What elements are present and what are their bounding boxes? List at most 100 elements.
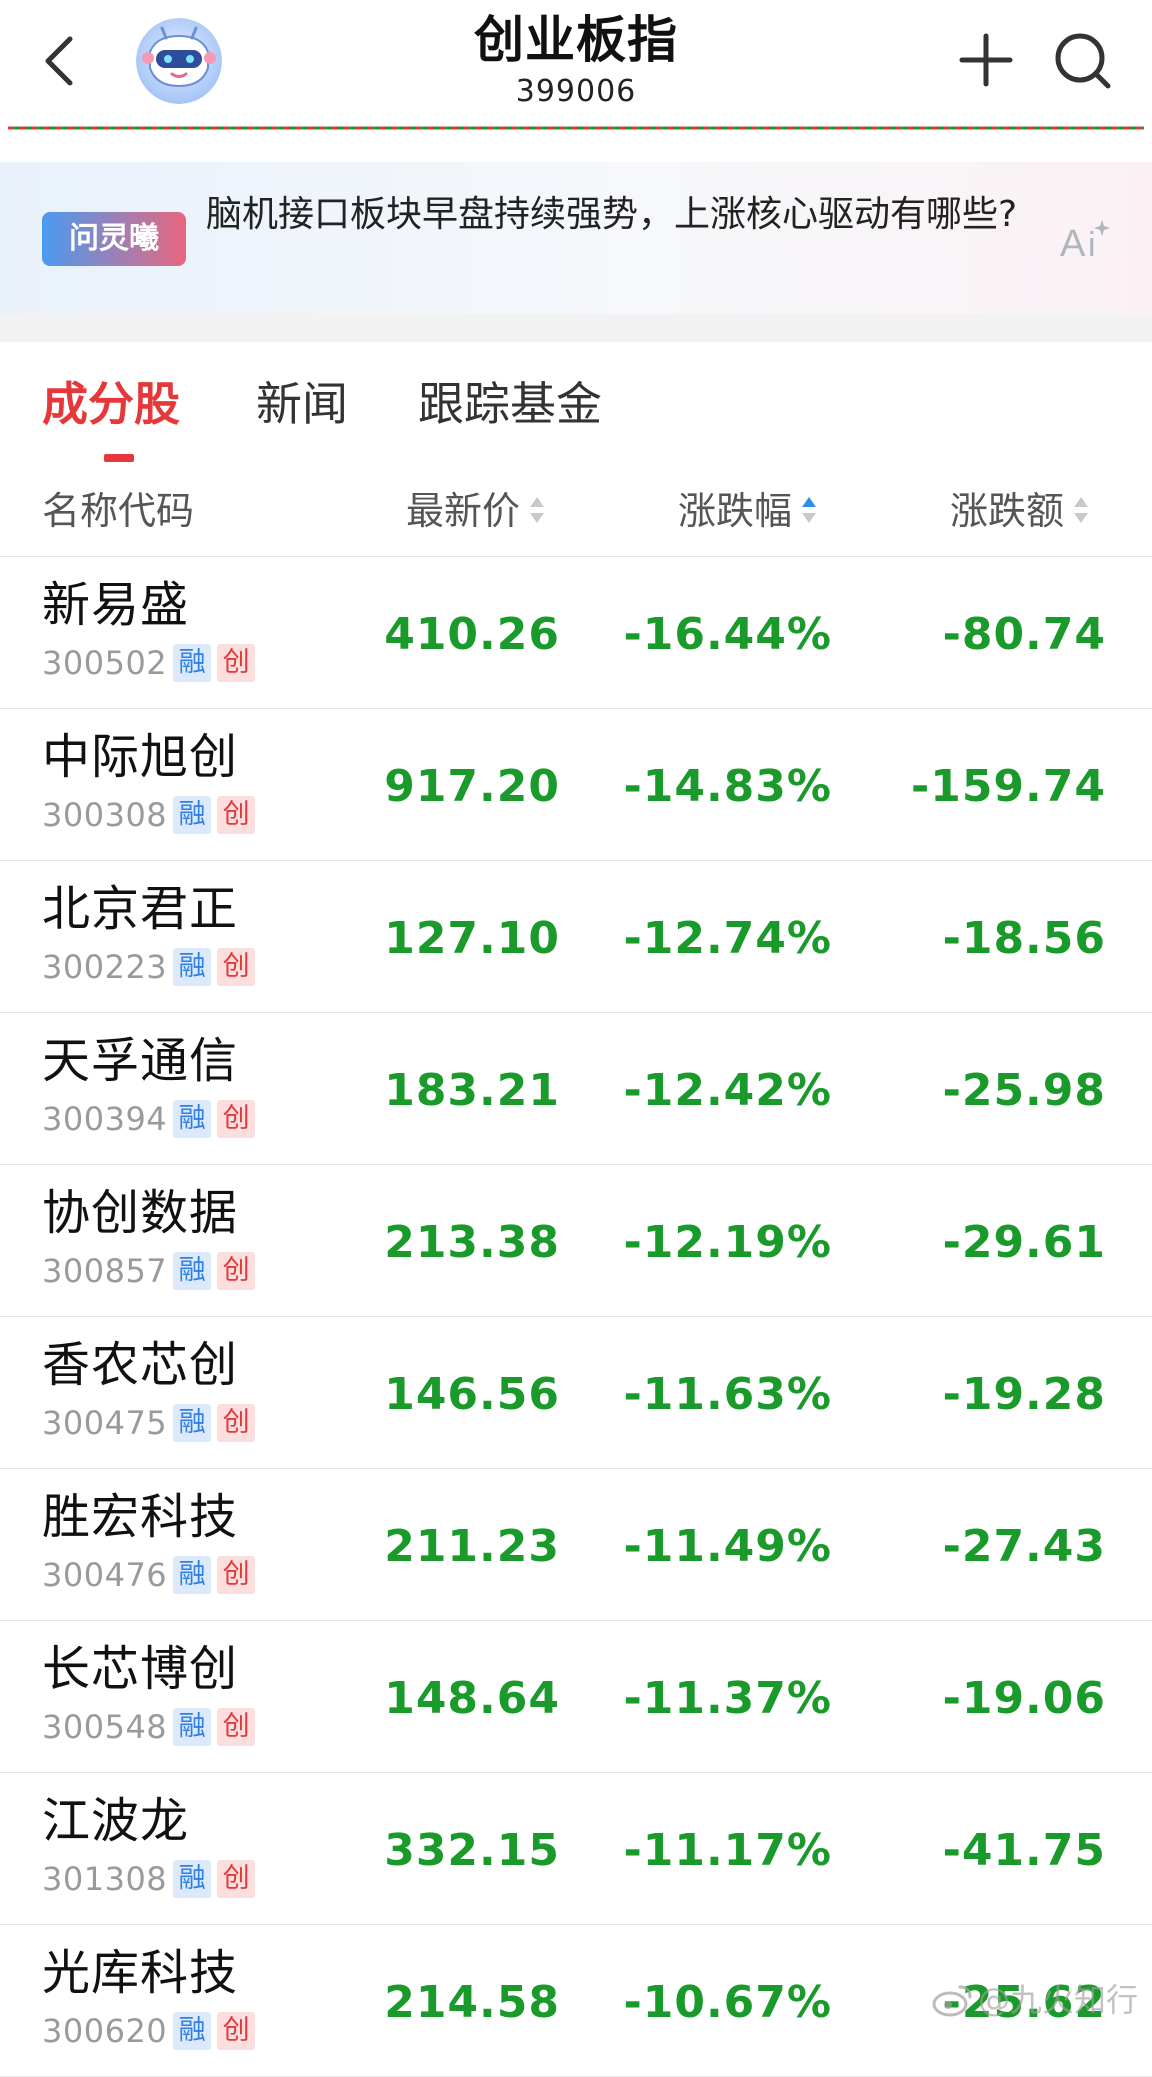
chinext-tag: 创 (217, 1252, 256, 1290)
stock-code-line: 301308 融 创 (42, 1859, 256, 1899)
stock-code: 300476 (42, 1556, 168, 1594)
change-amount: -29.61 (942, 1217, 1106, 1268)
stock-code: 300502 (42, 644, 168, 682)
latest-price: 410.26 (384, 609, 560, 660)
stock-code-line: 300475 融 创 (42, 1403, 256, 1443)
stock-name: 协创数据 (42, 1185, 239, 1241)
chinext-tag: 创 (217, 1100, 256, 1138)
stock-name: 天孚通信 (42, 1033, 239, 1089)
latest-price: 917.20 (384, 761, 560, 812)
stock-name: 香农芯创 (42, 1337, 239, 1393)
stock-code-line: 300476 融 创 (42, 1555, 256, 1595)
change-percent: -10.67% (623, 1977, 832, 2028)
tab-news[interactable]: 新闻 (256, 374, 348, 434)
margin-tag: 融 (173, 796, 212, 834)
stock-name: 北京君正 (42, 881, 239, 937)
stock-code-line: 300620 融 创 (42, 2011, 256, 2051)
active-tab-indicator (104, 454, 134, 462)
section-gap (0, 314, 1152, 342)
title-block: 创业板指 399006 (376, 6, 776, 110)
ai-assistant-badge: 问灵曦 (42, 212, 186, 266)
constituent-list: 新易盛 300502 融 创 410.26 -16.44% -80.74 中际旭… (0, 557, 1152, 2077)
sort-ascending-icon (800, 491, 817, 531)
search-icon (1055, 33, 1111, 89)
change-amount: -27.43 (942, 1521, 1106, 1572)
svg-text:i: i (1088, 226, 1096, 264)
trend-dash-divider (8, 126, 1144, 130)
back-button[interactable] (30, 22, 90, 100)
change-amount: -19.28 (942, 1369, 1106, 1420)
column-price-label: 最新价 (406, 489, 521, 533)
table-row[interactable]: 江波龙 301308 融 创 332.15 -11.17% -41.75 (0, 1773, 1152, 1925)
robot-avatar-icon[interactable] (136, 18, 222, 104)
stock-name: 胜宏科技 (42, 1489, 239, 1545)
stock-name: 新易盛 (42, 577, 190, 633)
stock-name: 江波龙 (42, 1793, 190, 1849)
sort-arrows-icon (1072, 491, 1089, 531)
stock-code-line: 300502 融 创 (42, 643, 256, 683)
change-percent: -12.74% (623, 913, 832, 964)
table-row[interactable]: 胜宏科技 300476 融 创 211.23 -11.49% -27.43 (0, 1469, 1152, 1621)
watermark-text: @九火知行 (977, 1981, 1138, 2019)
table-row[interactable]: 天孚通信 300394 融 创 183.21 -12.42% -25.98 (0, 1013, 1152, 1165)
latest-price: 213.38 (384, 1217, 560, 1268)
chinext-tag: 创 (217, 644, 256, 682)
latest-price: 127.10 (384, 913, 560, 964)
chevron-left-icon (45, 36, 73, 86)
chinext-tag: 创 (217, 1708, 256, 1746)
stock-code: 300475 (42, 1404, 168, 1442)
latest-price: 183.21 (384, 1065, 560, 1116)
stock-name: 中际旭创 (42, 729, 239, 785)
column-change-sort[interactable]: 涨跌额 (950, 486, 1089, 536)
latest-price: 148.64 (384, 1673, 560, 1724)
chinext-tag: 创 (217, 1556, 256, 1594)
stock-code-line: 300394 融 创 (42, 1099, 256, 1139)
chinext-tag: 创 (217, 948, 256, 986)
table-row[interactable]: 长芯博创 300548 融 创 148.64 -11.37% -19.06 (0, 1621, 1152, 1773)
sort-arrows-icon (528, 491, 545, 531)
page-title: 创业板指 (474, 11, 678, 69)
change-amount: -41.75 (942, 1825, 1106, 1876)
change-amount: -19.06 (942, 1673, 1106, 1724)
tab-constituents[interactable]: 成分股 (42, 374, 180, 434)
weibo-watermark: @九火知行 (932, 1980, 1138, 2020)
table-row[interactable]: 北京君正 300223 融 创 127.10 -12.74% -18.56 (0, 861, 1152, 1013)
latest-price: 214.58 (384, 1977, 560, 2028)
stock-name: 长芯博创 (42, 1641, 239, 1697)
search-button[interactable] (1050, 28, 1114, 92)
ai-question-banner[interactable]: 问灵曦 脑机接口板块早盘持续强势，上涨核心驱动有哪些? A i (0, 162, 1152, 314)
ai-question-text: 脑机接口板块早盘持续强势，上涨核心驱动有哪些? (206, 194, 1018, 235)
latest-price: 146.56 (384, 1369, 560, 1420)
margin-tag: 融 (173, 1556, 212, 1594)
chinext-tag: 创 (217, 1404, 256, 1442)
margin-tag: 融 (173, 1404, 212, 1442)
table-row[interactable]: 新易盛 300502 融 创 410.26 -16.44% -80.74 (0, 557, 1152, 709)
change-amount: -18.56 (942, 913, 1106, 964)
change-percent: -12.19% (623, 1217, 832, 1268)
chinext-tag: 创 (217, 2012, 256, 2050)
column-price-sort[interactable]: 最新价 (406, 486, 545, 536)
margin-tag: 融 (173, 1252, 212, 1290)
change-amount: -159.74 (910, 761, 1106, 812)
stock-code: 300857 (42, 1252, 168, 1290)
stock-code: 300394 (42, 1100, 168, 1138)
table-row[interactable]: 协创数据 300857 融 创 213.38 -12.19% -29.61 (0, 1165, 1152, 1317)
column-change-label: 涨跌额 (950, 489, 1065, 533)
latest-price: 211.23 (384, 1521, 560, 1572)
change-percent: -11.63% (623, 1369, 832, 1420)
add-button[interactable] (954, 28, 1018, 92)
stock-code-line: 300548 融 创 (42, 1707, 256, 1747)
column-pct-sort[interactable]: 涨跌幅 (678, 486, 817, 536)
table-row[interactable]: 香农芯创 300475 融 创 146.56 -11.63% -19.28 (0, 1317, 1152, 1469)
table-row[interactable]: 中际旭创 300308 融 创 917.20 -14.83% -159.74 (0, 709, 1152, 861)
change-percent: -11.49% (623, 1521, 832, 1572)
column-pct-label: 涨跌幅 (678, 489, 793, 533)
stock-code-line: 300857 融 创 (42, 1251, 256, 1291)
change-amount: -80.74 (942, 609, 1106, 660)
stock-name: 光库科技 (42, 1945, 239, 2001)
change-amount: -25.98 (942, 1065, 1106, 1116)
top-nav-bar: 创业板指 399006 (0, 0, 1152, 132)
latest-price: 332.15 (384, 1825, 560, 1876)
margin-tag: 融 (173, 2012, 212, 2050)
tab-tracking-funds[interactable]: 跟踪基金 (418, 374, 602, 434)
